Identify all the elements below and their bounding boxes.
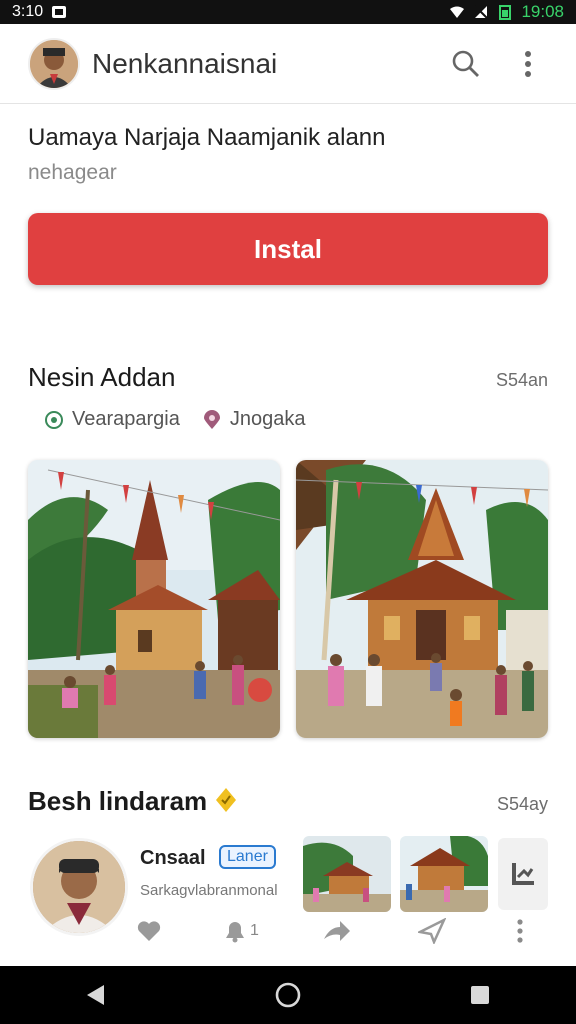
section-title-wrap: Besh lindaram bbox=[28, 786, 237, 817]
notify-button[interactable]: 1 bbox=[222, 919, 259, 943]
section-title: Besh lindaram bbox=[28, 786, 208, 816]
temple-photo-image bbox=[296, 460, 548, 738]
reviewer-avatar[interactable] bbox=[30, 838, 128, 936]
recents-icon bbox=[471, 986, 489, 1004]
app-name: Uamaya Narjaja Naamjanik alann bbox=[28, 124, 386, 151]
review-text: Sarkagvlabranmonal bbox=[140, 882, 278, 899]
recents-button[interactable] bbox=[450, 975, 510, 1015]
battery-icon bbox=[499, 5, 512, 20]
review-more-button[interactable] bbox=[516, 918, 524, 944]
search-button[interactable] bbox=[446, 44, 486, 84]
search-icon bbox=[452, 50, 479, 77]
back-icon bbox=[87, 985, 104, 1005]
home-button[interactable] bbox=[258, 975, 318, 1015]
status-clock: 19:08 bbox=[521, 2, 564, 21]
verified-icon bbox=[216, 788, 237, 812]
home-icon bbox=[275, 982, 301, 1008]
review-thumbnail[interactable] bbox=[303, 836, 391, 912]
app-header: Uamaya Narjaja Naamjanik alann nehagear bbox=[28, 118, 548, 188]
heart-icon bbox=[137, 921, 161, 941]
section-header-1: Nesin Addan S54an bbox=[28, 362, 548, 393]
section-meta: S54an bbox=[495, 370, 548, 390]
more-options-button[interactable] bbox=[508, 44, 548, 84]
pin-icon bbox=[203, 409, 220, 429]
app-bar: Nenkannaisnai bbox=[0, 24, 576, 104]
notify-count: 1 bbox=[250, 922, 259, 939]
app-bar-title: Nenkannaisnai bbox=[92, 47, 278, 79]
chip-category[interactable]: Jnogaka bbox=[202, 408, 306, 431]
location-pin-icon bbox=[45, 410, 63, 429]
signal-icon bbox=[474, 5, 489, 19]
chip-label: Jnogaka bbox=[229, 408, 306, 430]
village-photo-image bbox=[28, 460, 280, 738]
share-icon bbox=[324, 921, 350, 941]
tag-chips: Vearapargia Jnogaka bbox=[44, 408, 306, 431]
more-vert-icon bbox=[517, 919, 523, 943]
chip-label: Vearapargia bbox=[72, 408, 180, 430]
more-vert-icon bbox=[525, 50, 531, 77]
section-meta: S54ay bbox=[496, 794, 548, 814]
section-title: Nesin Addan bbox=[28, 362, 176, 392]
reviewer-badge: Laner bbox=[219, 845, 276, 869]
navigation-bar bbox=[0, 966, 576, 1024]
reviewer-avatar-image bbox=[33, 841, 125, 933]
status-time: 3:10 bbox=[12, 3, 44, 20]
thumbnail-image bbox=[400, 836, 488, 912]
wifi-icon bbox=[450, 6, 465, 18]
share-button[interactable] bbox=[322, 919, 352, 943]
like-button[interactable] bbox=[136, 919, 162, 943]
install-button[interactable]: Instal bbox=[28, 213, 548, 285]
more-photos-button[interactable] bbox=[498, 838, 548, 910]
review-actions: 1 bbox=[120, 912, 550, 950]
thumbnail-image bbox=[303, 836, 391, 912]
gallery-icon bbox=[512, 863, 534, 885]
send-icon bbox=[418, 918, 446, 944]
bell-icon bbox=[226, 922, 244, 943]
notification-icon bbox=[52, 6, 67, 18]
avatar[interactable] bbox=[28, 37, 80, 90]
reviewer-name: Cnsaal bbox=[140, 847, 206, 869]
temple-photo[interactable] bbox=[296, 460, 548, 738]
back-button[interactable] bbox=[66, 975, 126, 1015]
status-bar: 3:10 19:08 bbox=[0, 0, 576, 24]
review-thumbnail[interactable] bbox=[400, 836, 488, 912]
village-photo[interactable] bbox=[28, 460, 280, 738]
avatar-image bbox=[30, 39, 78, 88]
status-left: 3:10 bbox=[12, 3, 67, 21]
status-right: 19:08 bbox=[449, 2, 564, 22]
chip-location[interactable]: Vearapargia bbox=[44, 408, 180, 431]
send-button[interactable] bbox=[418, 918, 446, 944]
app-subtitle: nehagear bbox=[28, 161, 117, 184]
section-header-2: Besh lindaram S54ay bbox=[28, 786, 548, 817]
